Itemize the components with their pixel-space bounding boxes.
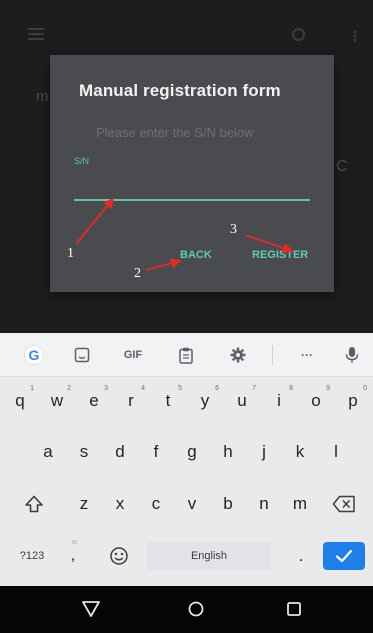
key-r[interactable]: r4: [113, 383, 149, 419]
key-c[interactable]: c: [138, 486, 174, 522]
annotation-label-1: 1: [67, 246, 74, 261]
dialog-title: Manual registration form: [79, 81, 281, 100]
register-button[interactable]: REGISTER: [252, 249, 308, 261]
period-key[interactable]: .: [288, 538, 314, 574]
dialog-subtitle: Please enter the S/N below: [96, 125, 254, 140]
key-l[interactable]: l: [318, 434, 354, 470]
checkmark-icon: [335, 549, 353, 563]
backspace-key[interactable]: [324, 486, 364, 522]
keyboard-row-3: z x c v b n m: [0, 486, 373, 530]
key-q[interactable]: q1: [2, 383, 38, 419]
symbols-key[interactable]: ?123: [12, 538, 52, 574]
annotation-label-3: 3: [230, 222, 237, 237]
key-y[interactable]: y6: [187, 383, 223, 419]
emoji-hint-icon: ☺: [70, 539, 78, 546]
key-t[interactable]: t5: [150, 383, 186, 419]
key-j[interactable]: j: [246, 434, 282, 470]
key-x[interactable]: x: [102, 486, 138, 522]
globe-key[interactable]: [102, 538, 136, 574]
google-logo-icon[interactable]: G: [24, 345, 44, 365]
emoji-icon: [110, 547, 128, 565]
background-text: C: [336, 158, 348, 175]
comma-key[interactable]: , ☺: [58, 538, 88, 574]
backspace-icon: [332, 495, 355, 513]
menu-icon[interactable]: [28, 28, 44, 40]
keyboard-row-2: a s d f g h j k l: [0, 434, 373, 478]
sticker-icon[interactable]: [70, 345, 94, 365]
enter-key[interactable]: [323, 542, 365, 570]
microphone-icon[interactable]: [340, 345, 364, 365]
clipboard-icon[interactable]: [174, 345, 198, 365]
overflow-menu-icon[interactable]: ⋮: [348, 28, 362, 45]
sn-input[interactable]: [74, 169, 310, 201]
recents-nav-icon[interactable]: [283, 598, 305, 620]
key-h[interactable]: h: [210, 434, 246, 470]
keyboard-row-bottom: ?123 , ☺ English .: [0, 538, 373, 582]
back-nav-icon[interactable]: [80, 598, 102, 620]
gear-icon[interactable]: [226, 345, 250, 365]
registration-dialog: Manual registration form Please enter th…: [50, 55, 334, 292]
shift-key[interactable]: [14, 486, 54, 522]
home-nav-icon[interactable]: [185, 598, 207, 620]
annotation-label-2: 2: [134, 266, 141, 281]
back-button[interactable]: BACK: [180, 249, 212, 261]
key-g[interactable]: g: [174, 434, 210, 470]
more-icon[interactable]: ···: [292, 345, 322, 365]
key-w[interactable]: w2: [39, 383, 75, 419]
background-text: m: [36, 88, 49, 105]
key-n[interactable]: n: [246, 486, 282, 522]
key-v[interactable]: v: [174, 486, 210, 522]
keyboard-row-1: q1 w2 e3 r4 t5 y6 u7 i8 o9 p0: [0, 383, 373, 427]
key-z[interactable]: z: [66, 486, 102, 522]
shift-icon: [25, 495, 43, 513]
key-f[interactable]: f: [138, 434, 174, 470]
key-s[interactable]: s: [66, 434, 102, 470]
keyboard-toolbar: G GIF ···: [0, 333, 373, 377]
toolbar-divider: [272, 345, 273, 365]
sn-field-label: S/N: [74, 156, 90, 166]
key-d[interactable]: d: [102, 434, 138, 470]
search-icon[interactable]: [292, 28, 305, 41]
key-m[interactable]: m: [282, 486, 318, 522]
key-u[interactable]: u7: [224, 383, 260, 419]
navigation-bar: [0, 586, 373, 633]
space-bar[interactable]: English: [147, 542, 271, 570]
key-o[interactable]: o9: [298, 383, 334, 419]
gif-icon[interactable]: GIF: [118, 345, 148, 365]
key-e[interactable]: e3: [76, 383, 112, 419]
key-i[interactable]: i8: [261, 383, 297, 419]
key-a[interactable]: a: [30, 434, 66, 470]
screen: ⋮ m C Manual registration form Please en…: [0, 0, 373, 633]
soft-keyboard: G GIF ··· q1 w2 e3 r4 t5 y6 u7 i 8 o 9 p…: [0, 333, 373, 586]
key-k[interactable]: k: [282, 434, 318, 470]
key-b[interactable]: b: [210, 486, 246, 522]
key-p[interactable]: p0: [335, 383, 371, 419]
